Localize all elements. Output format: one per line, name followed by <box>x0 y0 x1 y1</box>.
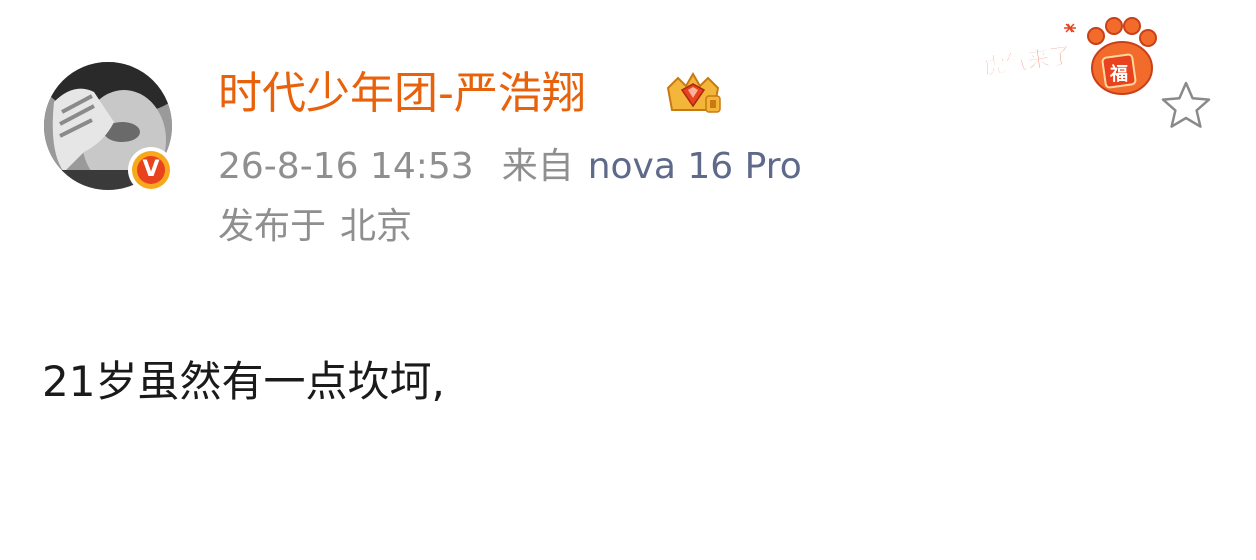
location-label: 发布于 <box>218 206 327 247</box>
post-timestamp: 26-8-16 14:53 <box>218 146 474 187</box>
post-content: 21岁虽然有一点坎坷, <box>42 357 445 406</box>
crown-diamond-icon[interactable] <box>662 70 724 118</box>
sparkle-icon <box>1064 23 1076 33</box>
post-meta: 26-8-16 14:53 来自 nova 16 Pro <box>218 144 802 190</box>
post-location: 发布于 北京 <box>218 204 412 250</box>
source-label: 来自 <box>501 146 574 187</box>
device-link[interactable]: nova 16 Pro <box>588 146 802 187</box>
location-city: 北京 <box>340 206 413 247</box>
post-header: V 时代少年团-严浩翔 26-8-16 14:53 来自 nova 16 Pro 发… <box>0 0 1256 280</box>
star-outline-icon[interactable] <box>1158 78 1214 134</box>
tiger-paw-sticker-icon: 虎气来了 福 <box>982 17 1157 95</box>
verified-v-icon: V <box>137 156 165 184</box>
sticker-text: 虎气来了 <box>982 42 1073 80</box>
verified-badge: V <box>128 147 174 193</box>
sticker-badge-text: 福 <box>1109 63 1128 85</box>
author-name[interactable]: 时代少年团-严浩翔 <box>218 66 586 122</box>
